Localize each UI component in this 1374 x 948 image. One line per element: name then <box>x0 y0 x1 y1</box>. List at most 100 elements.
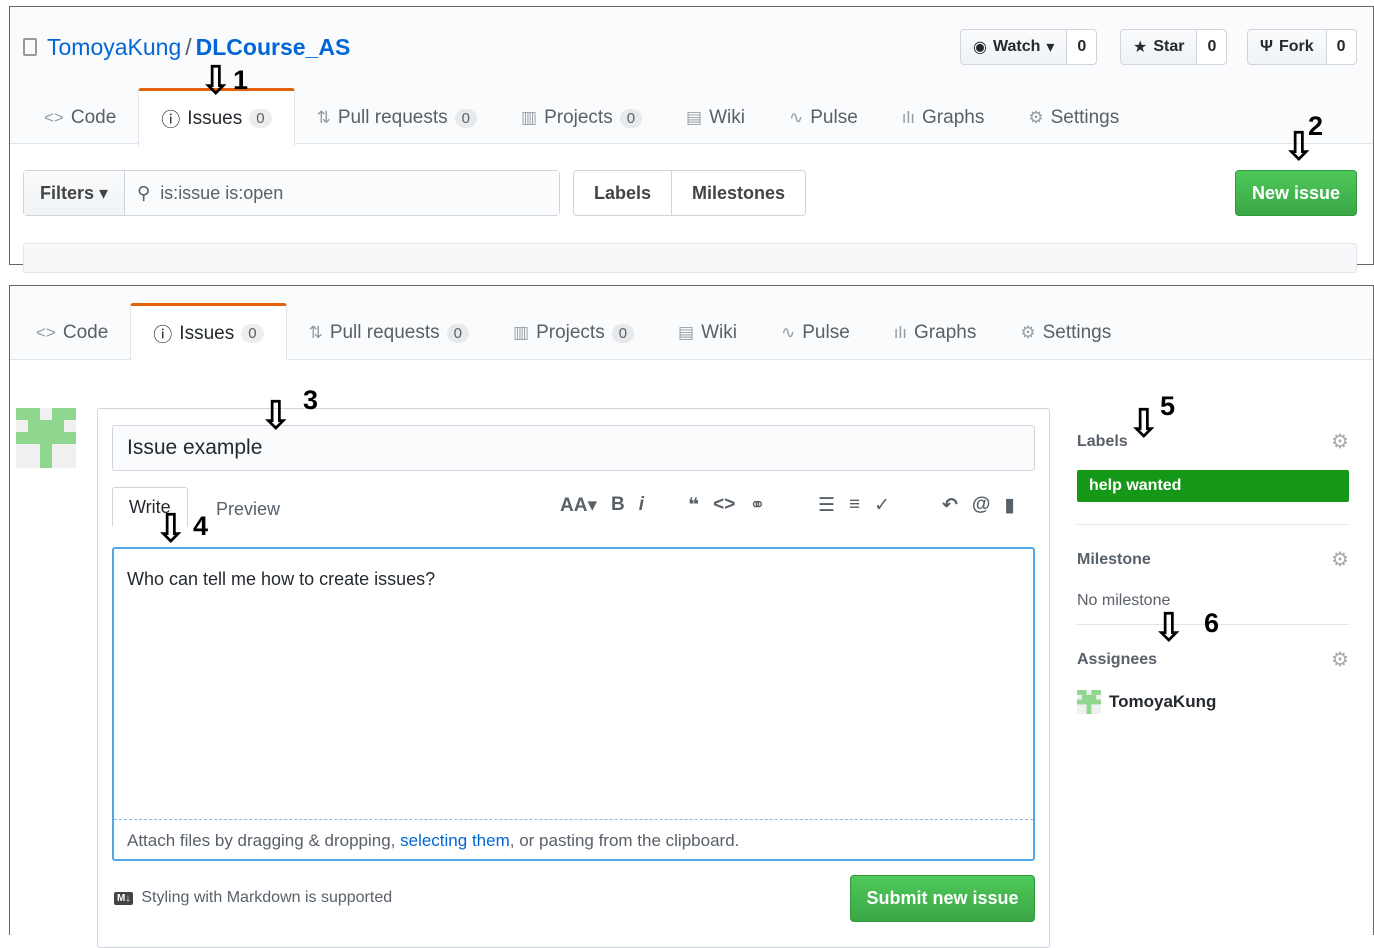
avatar <box>16 408 76 468</box>
tab-code[interactable]: <> Code <box>10 91 138 145</box>
wiki-icon: ▤ <box>686 108 703 127</box>
bookmark-icon[interactable]: ▮ <box>1004 494 1014 517</box>
down-arrow-icon: ⇩ <box>199 59 233 103</box>
gear-icon[interactable]: ⚙ <box>1331 647 1349 672</box>
tab-counter: 0 <box>241 324 264 343</box>
star-count[interactable]: 0 <box>1196 30 1227 64</box>
pull-request-icon: ⇅ <box>308 323 323 342</box>
down-arrow-icon: ⇩ <box>154 507 188 551</box>
wiki-icon: ▤ <box>678 323 695 342</box>
tab-label: Wiki <box>701 322 737 343</box>
code-icon[interactable]: <> <box>713 494 735 517</box>
owner-link[interactable]: TomoyaKung <box>47 34 181 60</box>
bold-icon[interactable]: B <box>611 494 625 517</box>
tab-label: Projects <box>544 107 613 128</box>
mention-icon[interactable]: @ <box>972 494 991 517</box>
fork-count[interactable]: 0 <box>1325 30 1356 64</box>
tab-label: Settings <box>1050 107 1120 128</box>
project-icon: ▥ <box>513 323 530 342</box>
milestone-heading[interactable]: Milestone ⚙ <box>1077 547 1349 572</box>
tab-preview[interactable]: Preview <box>200 489 296 529</box>
tab-pulse[interactable]: ∿ Pulse <box>767 91 880 145</box>
markdown-note: M↓ Styling with Markdown is supported <box>114 889 392 907</box>
assignees-heading-text: Assignees <box>1077 650 1158 668</box>
gear-icon[interactable]: ⚙ <box>1331 547 1349 572</box>
milestones-button[interactable]: Milestones <box>671 171 805 215</box>
pull-request-icon: ⇅ <box>316 108 331 127</box>
new-issue-form: Issue example Write Preview AA▾ B i ❝ <>… <box>97 408 1050 948</box>
attach-hint-text: Attach files by dragging & dropping, <box>127 831 401 850</box>
issue-body-textarea[interactable]: Who can tell me how to create issues? At… <box>112 547 1035 861</box>
fork-button[interactable]: Ψ Fork 0 <box>1247 29 1357 65</box>
tab-label: Pull requests <box>329 322 440 343</box>
issues-list-panel: TomoyaKung / DLCourse_AS ◉ Watch ▾ 0 ★ Star 0… <box>9 6 1374 273</box>
tab-label: Pull requests <box>337 107 448 128</box>
labels-heading-text: Labels <box>1077 432 1128 450</box>
search-value: is:issue is:open <box>160 182 284 203</box>
annotation-number: 1 <box>233 65 249 95</box>
tab-counter: 0 <box>249 109 272 128</box>
tab-label: Issues <box>187 107 243 129</box>
tab-projects[interactable]: ▥ Projects 0 <box>491 306 656 360</box>
star-button[interactable]: ★ Star 0 <box>1120 29 1228 65</box>
repo-link[interactable]: DLCourse_AS <box>196 34 351 60</box>
tab-label: Graphs <box>914 322 977 343</box>
assignee-item[interactable]: TomoyaKung <box>1077 690 1349 714</box>
star-icon: ★ <box>1133 39 1148 56</box>
tab-projects[interactable]: ▥ Projects 0 <box>499 91 664 145</box>
new-issue-panel: <> Code ⓘ Issues 0 ⇅ Pull requests 0 ▥ Project… <box>9 285 1374 948</box>
tab-wiki[interactable]: ▤ Wiki <box>656 306 759 360</box>
markdown-icon: M↓ <box>114 891 134 905</box>
submit-issue-button[interactable]: Submit new issue <box>850 875 1035 922</box>
labels-heading[interactable]: Labels ⚙ <box>1077 429 1349 454</box>
quote-icon[interactable]: ❝ <box>688 494 699 517</box>
tab-graphs[interactable]: ılı Graphs <box>880 91 1007 145</box>
tab-pulse[interactable]: ∿ Pulse <box>759 306 872 360</box>
issue-title-input[interactable]: Issue example <box>112 425 1035 471</box>
italic-icon[interactable]: i <box>639 494 644 517</box>
gear-icon[interactable]: ⚙ <box>1331 429 1349 454</box>
numbered-list-icon[interactable]: ≡ <box>849 494 860 517</box>
tab-pull-requests[interactable]: ⇅ Pull requests 0 <box>287 306 491 360</box>
filter-bar: Filters ▾ ⚲ is:issue is:open <box>23 170 560 216</box>
new-issue-button[interactable]: New issue <box>1235 170 1357 216</box>
tab-graphs[interactable]: ılı Graphs <box>872 306 999 360</box>
link-icon[interactable]: ⚭ <box>749 494 765 517</box>
header-icon[interactable]: AA▾ <box>560 494 597 517</box>
tab-wiki[interactable]: ▤ Wiki <box>664 91 767 145</box>
search-input[interactable]: ⚲ is:issue is:open <box>125 171 559 215</box>
milestone-heading-text: Milestone <box>1077 550 1151 568</box>
tab-label: Settings <box>1042 322 1112 343</box>
task-list-icon[interactable]: ✓ <box>874 494 890 517</box>
markdown-note-text: Styling with Markdown is supported <box>141 889 393 906</box>
labels-button[interactable]: Labels <box>574 171 671 215</box>
watch-count[interactable]: 0 <box>1066 30 1097 64</box>
tab-pull-requests[interactable]: ⇅ Pull requests 0 <box>295 91 499 145</box>
tab-issues[interactable]: ⓘ Issues 0 <box>130 303 287 361</box>
repo-icon <box>23 38 37 56</box>
tab-label: Projects <box>536 322 605 343</box>
tab-settings[interactable]: ⚙ Settings <box>998 306 1133 360</box>
attach-hint-text: , or pasting from the clipboard. <box>509 831 740 850</box>
labels-milestones-group: Labels Milestones <box>573 170 807 216</box>
label-chip[interactable]: help wanted <box>1077 470 1349 502</box>
repo-title: TomoyaKung / DLCourse_AS <box>23 34 350 61</box>
tab-settings[interactable]: ⚙ Settings <box>1006 91 1141 145</box>
filters-label: Filters <box>39 182 94 203</box>
assignees-heading[interactable]: Assignees ⚙ <box>1077 647 1349 672</box>
watch-button[interactable]: ◉ Watch ▾ 0 <box>960 29 1098 65</box>
assignee-name: TomoyaKung <box>1109 692 1217 711</box>
project-icon: ▥ <box>521 108 538 127</box>
graph-icon: ılı <box>901 108 916 127</box>
tab-counter: 0 <box>446 323 469 343</box>
reply-icon[interactable]: ↶ <box>942 494 958 517</box>
select-files-link[interactable]: selecting them <box>400 831 510 850</box>
down-arrow-icon: ⇩ <box>1127 402 1161 446</box>
tab-code[interactable]: <> Code <box>10 306 130 360</box>
bullet-list-icon[interactable]: ☰ <box>818 494 835 517</box>
pulse-icon: ∿ <box>789 108 804 127</box>
fork-icon: Ψ <box>1260 38 1273 55</box>
gear-icon: ⚙ <box>1028 108 1044 127</box>
fork-label: Fork <box>1278 38 1314 55</box>
filters-dropdown[interactable]: Filters ▾ <box>24 171 125 215</box>
